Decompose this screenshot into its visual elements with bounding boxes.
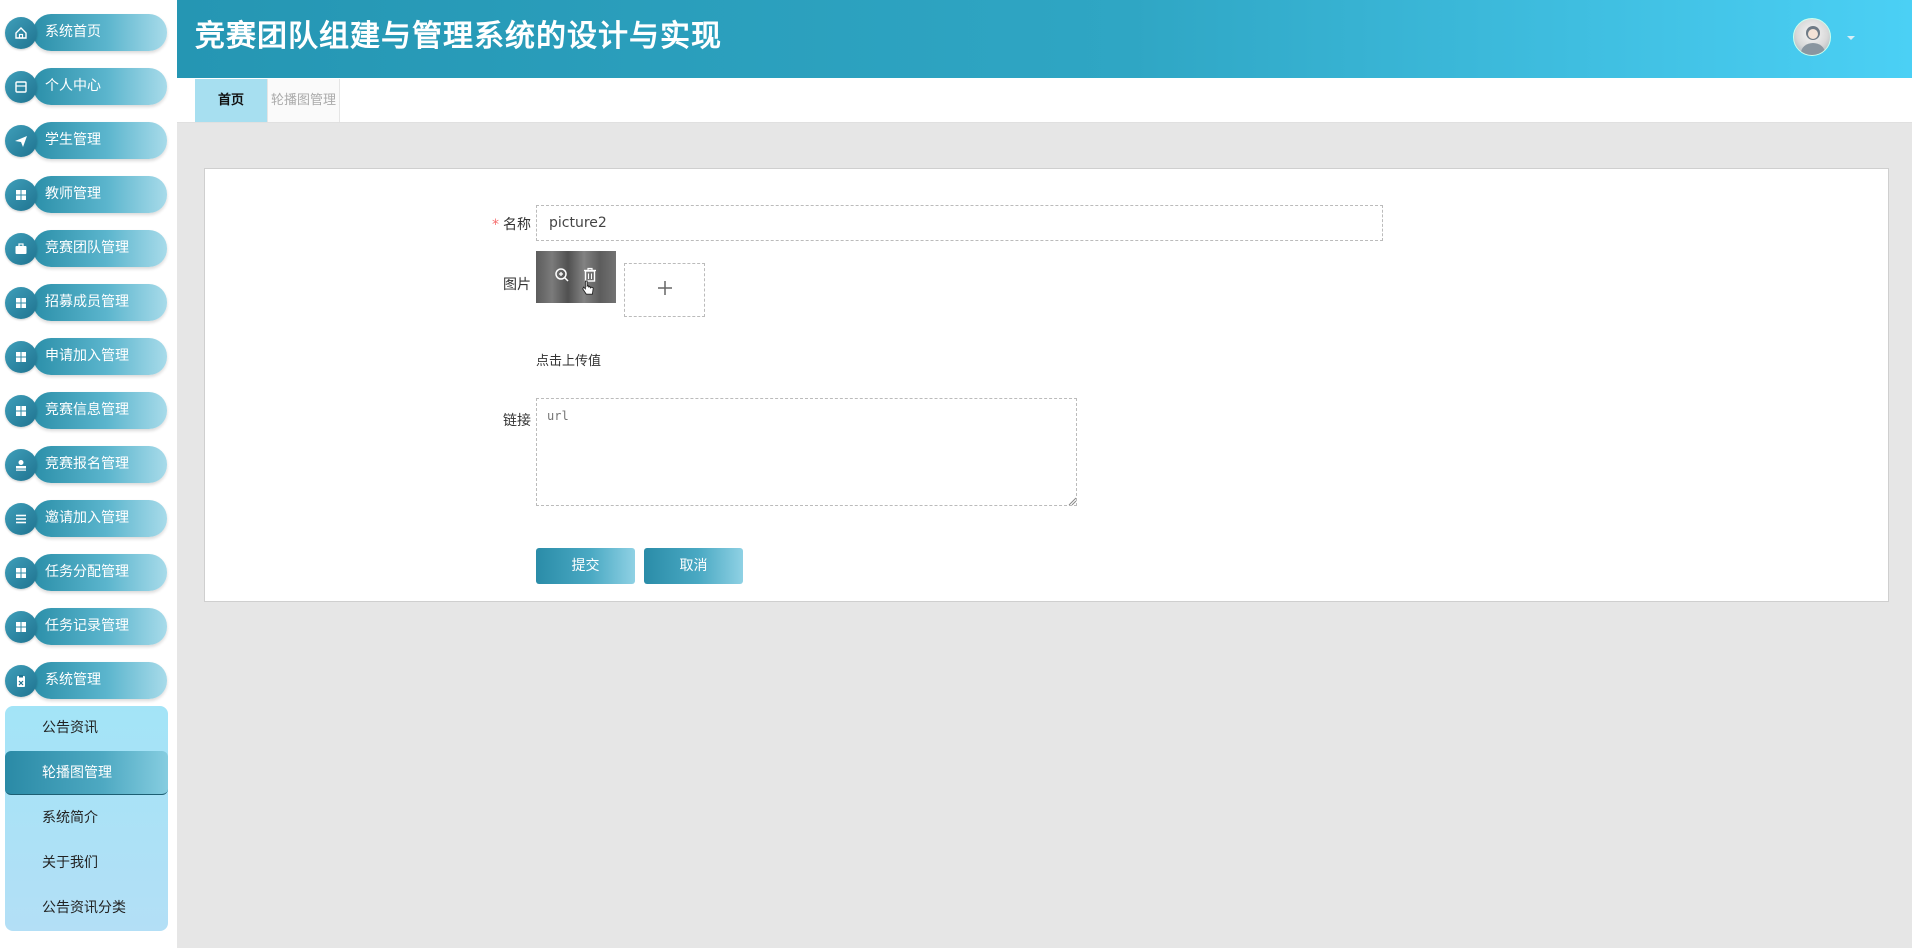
clipboard-icon — [5, 665, 37, 697]
grid-icon — [5, 611, 37, 643]
link-label: 链接 — [503, 413, 531, 429]
sidebar-item-teams[interactable]: 竞赛团队管理 — [5, 230, 167, 267]
sidebar-item-label: 招募成员管理 — [45, 294, 129, 310]
submenu-item-about-us[interactable]: 关于我们 — [5, 841, 168, 885]
sidebar-item-label: 系统管理 — [45, 672, 101, 688]
sidebar-item-competition-info[interactable]: 竞赛信息管理 — [5, 392, 167, 429]
tab-bar: 首页 轮播图管理 — [177, 78, 1912, 123]
submit-button[interactable]: 提交 — [536, 548, 635, 584]
grid-icon — [5, 557, 37, 589]
submenu-item-system-intro[interactable]: 系统简介 — [5, 796, 168, 840]
submenu-item-announcement-categories[interactable]: 公告资讯分类 — [5, 886, 168, 930]
hand-cursor-icon — [582, 280, 594, 295]
sidebar-item-teachers[interactable]: 教师管理 — [5, 176, 167, 213]
sidebar-item-label: 学生管理 — [45, 132, 101, 148]
upload-hint: 点击上传值 — [536, 354, 602, 369]
sidebar-item-label: 竞赛报名管理 — [45, 456, 129, 472]
sidebar: 系统首页 个人中心 学生管理 教师管理 竞赛团队管理 招募成员管理 申请加入管理… — [0, 0, 177, 948]
zoom-in-icon[interactable] — [553, 266, 571, 288]
sidebar-item-home[interactable]: 系统首页 — [5, 14, 167, 51]
list-icon — [5, 503, 37, 535]
upload-button[interactable] — [624, 263, 705, 317]
submenu-item-announcements[interactable]: 公告资讯 — [5, 706, 168, 750]
resize-grip-icon[interactable] — [1068, 497, 1077, 506]
sidebar-item-label: 教师管理 — [45, 186, 101, 202]
sidebar-item-registration[interactable]: 竞赛报名管理 — [5, 446, 167, 483]
required-mark: * — [492, 217, 499, 233]
sidebar-item-task-assign[interactable]: 任务分配管理 — [5, 554, 167, 591]
briefcase-icon — [5, 233, 37, 265]
home-icon — [5, 17, 37, 49]
name-label: * 名称 — [492, 217, 531, 233]
sidebar-item-personal-center[interactable]: 个人中心 — [5, 68, 167, 105]
image-label: 图片 — [503, 277, 531, 293]
sidebar-item-system[interactable]: 系统管理 — [5, 662, 167, 699]
grid-icon — [5, 287, 37, 319]
sidebar-item-task-record[interactable]: 任务记录管理 — [5, 608, 167, 645]
sidebar-item-label: 任务分配管理 — [45, 564, 129, 580]
grid-icon — [5, 341, 37, 373]
tab-carousel[interactable]: 轮播图管理 — [267, 79, 340, 122]
system-submenu: 公告资讯 轮播图管理 系统简介 关于我们 公告资讯分类 — [5, 706, 168, 931]
header: 竞赛团队组建与管理系统的设计与实现 — [177, 0, 1912, 78]
stamp-icon — [5, 449, 37, 481]
form-card: *名称 picture2 图片 点击上传值 链接 提交 取消 — [204, 168, 1889, 602]
image-thumbnail — [536, 251, 616, 303]
page-title: 竞赛团队组建与管理系统的设计与实现 — [195, 19, 722, 54]
sidebar-item-apply[interactable]: 申请加入管理 — [5, 338, 167, 375]
document-icon — [5, 71, 37, 103]
tab-home[interactable]: 首页 — [195, 79, 267, 122]
link-textarea[interactable] — [536, 398, 1077, 506]
grid-icon — [5, 395, 37, 427]
sidebar-item-label: 个人中心 — [45, 78, 101, 94]
sidebar-item-label: 任务记录管理 — [45, 618, 129, 634]
sidebar-item-students[interactable]: 学生管理 — [5, 122, 167, 159]
send-icon — [5, 125, 37, 157]
sidebar-item-label: 竞赛团队管理 — [45, 240, 129, 256]
cancel-button[interactable]: 取消 — [644, 548, 743, 584]
grid-icon — [5, 179, 37, 211]
thumbnail-overlay — [536, 251, 616, 303]
avatar[interactable] — [1793, 18, 1831, 56]
chevron-down-icon[interactable] — [1844, 30, 1858, 44]
submenu-item-carousel[interactable]: 轮播图管理 — [5, 751, 168, 795]
sidebar-item-label: 系统首页 — [45, 24, 101, 40]
sidebar-item-recruit[interactable]: 招募成员管理 — [5, 284, 167, 321]
sidebar-item-invite[interactable]: 邀请加入管理 — [5, 500, 167, 537]
plus-icon — [655, 278, 675, 302]
name-input[interactable]: picture2 — [536, 205, 1383, 241]
sidebar-item-label: 邀请加入管理 — [45, 510, 129, 526]
sidebar-item-label: 竞赛信息管理 — [45, 402, 129, 418]
sidebar-item-label: 申请加入管理 — [45, 348, 129, 364]
